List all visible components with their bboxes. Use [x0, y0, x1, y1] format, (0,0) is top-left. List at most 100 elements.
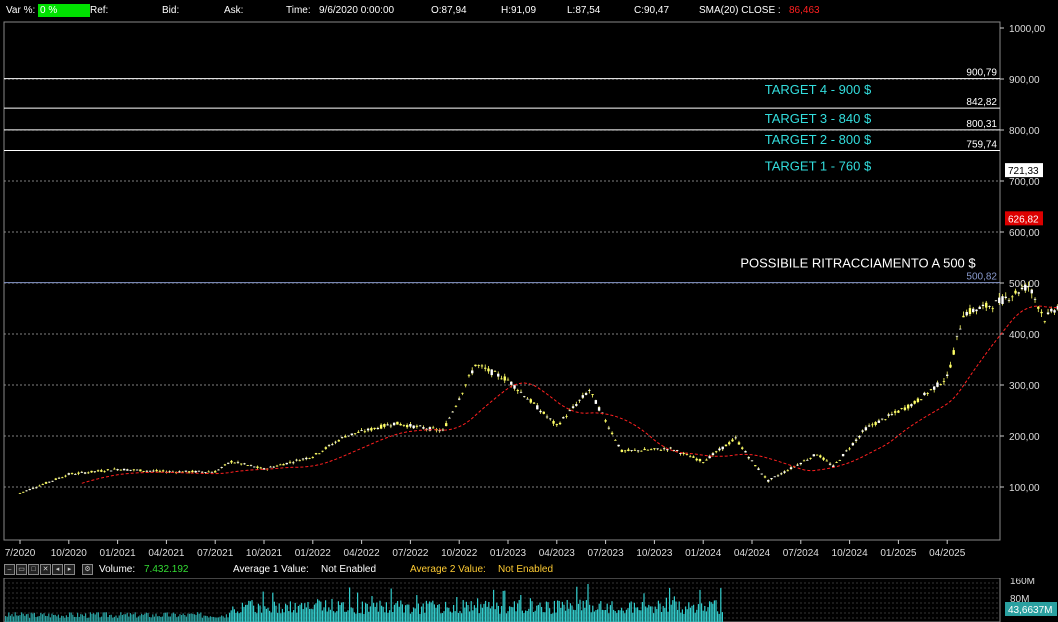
- minimize-icon[interactable]: –: [4, 564, 15, 575]
- volume-bar: [149, 617, 151, 622]
- candle-body: [168, 471, 171, 473]
- y-tick-label: 300,00: [1009, 381, 1040, 392]
- volume-bar: [318, 600, 320, 622]
- volume-bar: [571, 605, 573, 622]
- candle-body: [74, 474, 77, 475]
- volume-bar: [109, 615, 111, 622]
- volume-chart[interactable]: 160M80M43,6637M: [0, 578, 1058, 622]
- level-label: 900,79: [966, 68, 997, 79]
- volume-bar: [264, 606, 266, 622]
- close-icon[interactable]: ✕: [40, 564, 51, 575]
- candle-body: [728, 442, 731, 445]
- volume-bar: [224, 617, 226, 622]
- volume-bar: [13, 616, 15, 622]
- candle-body: [389, 425, 393, 427]
- volume-bar: [139, 615, 141, 622]
- volume-bar: [678, 601, 680, 622]
- volume-bar: [366, 603, 368, 622]
- volume-bar: [107, 617, 109, 622]
- candle-body: [659, 450, 663, 451]
- volume-bar: [225, 614, 227, 622]
- volume-bar: [405, 605, 407, 622]
- volume-bar: [230, 610, 232, 622]
- volume-bar: [419, 613, 421, 622]
- volume-bar: [398, 606, 400, 622]
- candle-body: [161, 470, 165, 472]
- high-value: H:91,09: [501, 5, 537, 16]
- volume-bar: [246, 604, 248, 622]
- candle-body: [578, 399, 581, 401]
- candle-body: [386, 424, 389, 426]
- volume-bar: [510, 606, 512, 622]
- volume-bar: [9, 615, 11, 622]
- volume-bar: [301, 602, 303, 622]
- x-tick-label: 7/2020: [5, 548, 36, 559]
- candle-body: [959, 328, 962, 330]
- volume-bar: [72, 614, 74, 622]
- volume-bar: [680, 612, 682, 622]
- candle-body: [516, 390, 519, 392]
- price-chart[interactable]: 100,00200,00300,00400,00500,00600,00700,…: [0, 18, 1058, 562]
- x-tick-label: 10/2021: [246, 548, 283, 559]
- restore-icon[interactable]: ▭: [16, 564, 27, 575]
- volume-bar: [504, 590, 506, 622]
- volume-bar: [45, 615, 47, 622]
- gear-icon[interactable]: ⚙: [82, 564, 93, 575]
- volume-bar: [661, 611, 663, 622]
- volume-bar: [131, 614, 133, 622]
- candle-body: [936, 382, 939, 387]
- arrow-right-icon[interactable]: ▸: [64, 564, 75, 575]
- volume-bar: [336, 611, 338, 622]
- volume-bar: [368, 611, 370, 622]
- candle-body: [571, 406, 575, 408]
- volume-bar: [363, 613, 365, 622]
- candle-body: [932, 386, 936, 390]
- candle-body: [851, 443, 855, 446]
- volume-bar: [187, 613, 189, 622]
- volume-bar: [73, 616, 75, 622]
- candle-body: [871, 424, 874, 426]
- volume-bar: [256, 613, 258, 622]
- volume-bar: [569, 603, 571, 622]
- volume-bar: [491, 606, 493, 622]
- candle-body: [370, 428, 373, 431]
- volume-bar: [638, 610, 640, 622]
- candle-body: [692, 456, 695, 458]
- candle-body: [789, 467, 793, 470]
- volume-bar: [686, 609, 688, 622]
- volume-bar: [688, 602, 690, 622]
- volume-bar: [321, 610, 323, 622]
- candle-body: [122, 468, 126, 471]
- volume-bar: [635, 607, 637, 622]
- candle-body: [100, 470, 103, 472]
- candle-body: [158, 470, 162, 472]
- volume-bar: [526, 611, 528, 622]
- candle-body: [402, 424, 406, 426]
- candle-body: [28, 489, 31, 491]
- volume-bar: [57, 614, 59, 622]
- arrow-left-icon[interactable]: ◂: [52, 564, 63, 575]
- candle-body: [409, 424, 412, 427]
- volume-bar: [120, 612, 122, 622]
- volume-bar: [531, 601, 533, 622]
- candle-body: [741, 447, 744, 449]
- candle-body: [139, 469, 142, 472]
- volume-bar: [456, 597, 458, 622]
- volume-bar: [539, 602, 541, 622]
- volume-bar: [344, 611, 346, 622]
- candlesticks: [18, 281, 1058, 494]
- candle-body: [48, 481, 51, 483]
- maximize-icon[interactable]: □: [28, 564, 39, 575]
- volume-bar: [592, 605, 594, 622]
- volume-bar: [413, 607, 415, 622]
- volume-bar: [166, 612, 168, 622]
- volume-bar: [701, 603, 703, 622]
- candle-body: [610, 432, 614, 434]
- candle-body: [923, 392, 926, 396]
- candle-body: [448, 417, 451, 419]
- volume-bar: [597, 609, 599, 622]
- candle-body: [942, 381, 946, 382]
- candle-body: [187, 471, 191, 473]
- candle-body: [838, 460, 842, 461]
- candle-body: [1033, 298, 1037, 300]
